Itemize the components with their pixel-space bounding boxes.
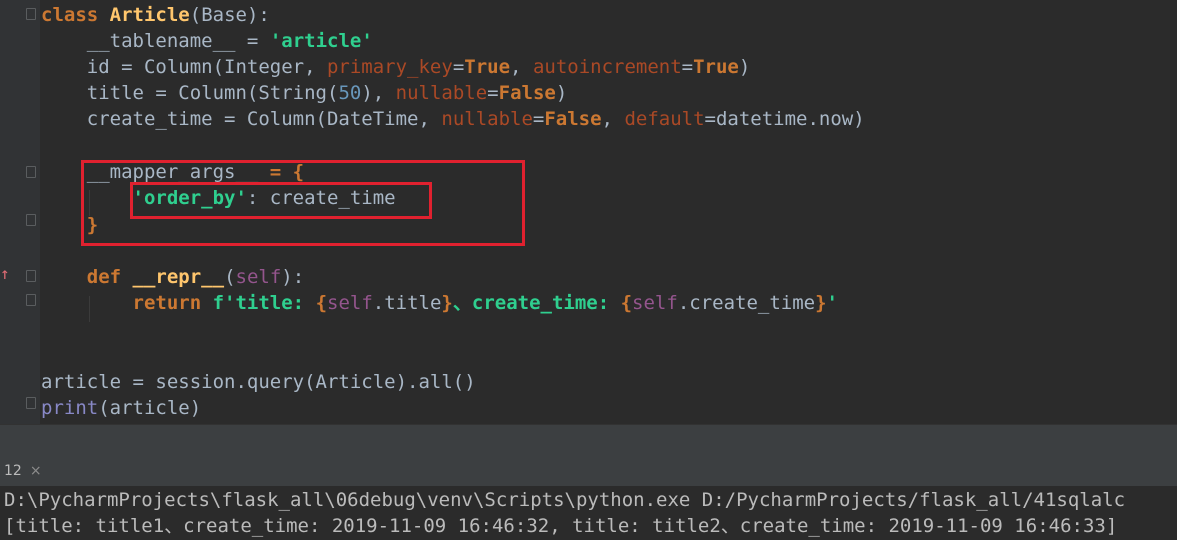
code-text: title = Column(String( [86, 82, 339, 104]
run-tab[interactable]: 12 × [0, 455, 48, 486]
attribute: .create_time [677, 292, 816, 314]
brace: } [815, 292, 827, 314]
keyword-arg: autoincrement [532, 56, 682, 78]
fold-marker-icon[interactable] [26, 8, 36, 20]
code-text: , [601, 108, 625, 130]
code-text: (article) [98, 397, 202, 419]
paren: ): [246, 4, 270, 26]
close-icon[interactable]: × [30, 463, 42, 479]
run-tab-label: 12 [4, 462, 22, 479]
brace: { [315, 292, 328, 314]
operator: = [704, 108, 716, 130]
keyword-arg: default [624, 108, 705, 130]
function-name: __repr__ [132, 266, 225, 288]
keyword-arg: nullable [395, 82, 488, 104]
constant: True [693, 56, 739, 78]
code-text: , [510, 56, 533, 78]
operator: = [681, 56, 694, 78]
paren: ): [281, 266, 305, 288]
fold-marker-icon[interactable] [26, 397, 36, 409]
run-console[interactable]: D:\PycharmProjects\flask_all\06debug\ven… [0, 487, 1177, 540]
code-text: ), [361, 82, 396, 104]
code-line-12[interactable]: print(article) [41, 395, 201, 421]
operator: = [452, 56, 465, 78]
class-name: Article [109, 4, 190, 26]
paren: ( [224, 266, 236, 288]
console-output-line: [title: title1、create_time: 2019-11-09 1… [4, 515, 1118, 537]
brace: { [620, 292, 633, 314]
operator: = [487, 82, 499, 104]
panel-divider[interactable] [0, 424, 1177, 455]
constant: False [544, 108, 602, 130]
code-line-5[interactable]: create_time = Column(DateTime, nullable=… [41, 106, 865, 132]
fold-marker-icon[interactable] [26, 270, 36, 282]
keyword-arg: nullable [441, 108, 533, 130]
attribute: __tablename__ [86, 30, 236, 52]
code-line-4[interactable]: title = Column(String(50), nullable=Fals… [41, 80, 568, 106]
builtin-function: print [41, 397, 99, 419]
fstring-part: f'title: [212, 292, 316, 314]
string-literal: 'article' [269, 30, 373, 52]
brace: } [441, 292, 453, 314]
constant: True [464, 56, 511, 78]
code-text: ) [555, 82, 568, 104]
self-param: self [235, 266, 282, 288]
fold-marker-icon[interactable] [26, 166, 36, 178]
code-line-11[interactable]: article = session.query(Article).all() [41, 369, 476, 395]
code-text: create_time = Column(DateTime, [86, 108, 442, 130]
fold-marker-icon[interactable] [26, 214, 36, 226]
code-text: id = Column(Integer, [86, 56, 327, 78]
self-ref: self [327, 292, 373, 314]
code-line-2[interactable]: __tablename__ = 'article' [41, 28, 373, 54]
code-line-3[interactable]: id = Column(Integer, primary_key=True, a… [41, 54, 751, 80]
highlight-box-inner [130, 182, 432, 219]
console-command-line: D:\PycharmProjects\flask_all\06debug\ven… [4, 489, 1126, 511]
keyword: def [86, 266, 122, 288]
editor-gutter[interactable]: ↑ [0, 0, 40, 424]
fold-marker-icon[interactable] [26, 294, 36, 306]
attribute: .title [372, 292, 442, 314]
keyword: class [41, 4, 99, 26]
keyword: return [132, 292, 202, 314]
keyword-arg: primary_key [326, 56, 453, 78]
operator: = [532, 108, 545, 130]
fstring-part: 、create_time: [452, 292, 621, 314]
code-line-1[interactable]: class Article(Base): [41, 2, 270, 28]
override-method-icon[interactable]: ↑ [0, 266, 10, 282]
run-tab-bar: 12 × [0, 455, 1177, 487]
code-line-9[interactable]: def __repr__(self): [41, 264, 304, 290]
code-line-10[interactable]: return f'title: {self.title}、create_time… [41, 290, 838, 316]
self-ref: self [632, 292, 678, 314]
base-class: Base [201, 4, 247, 26]
paren: ( [189, 4, 202, 26]
number-literal: 50 [338, 82, 362, 104]
code-text: ) [738, 56, 751, 78]
fstring-part: ' [826, 292, 838, 314]
code-editor[interactable]: ↑ class Article(Base): __tablename__ = '… [0, 0, 1177, 424]
code-text: article = session.query(Article).all() [41, 371, 476, 393]
code-text: datetime.now) [715, 108, 865, 130]
constant: False [498, 82, 556, 104]
operator: = [235, 30, 270, 52]
